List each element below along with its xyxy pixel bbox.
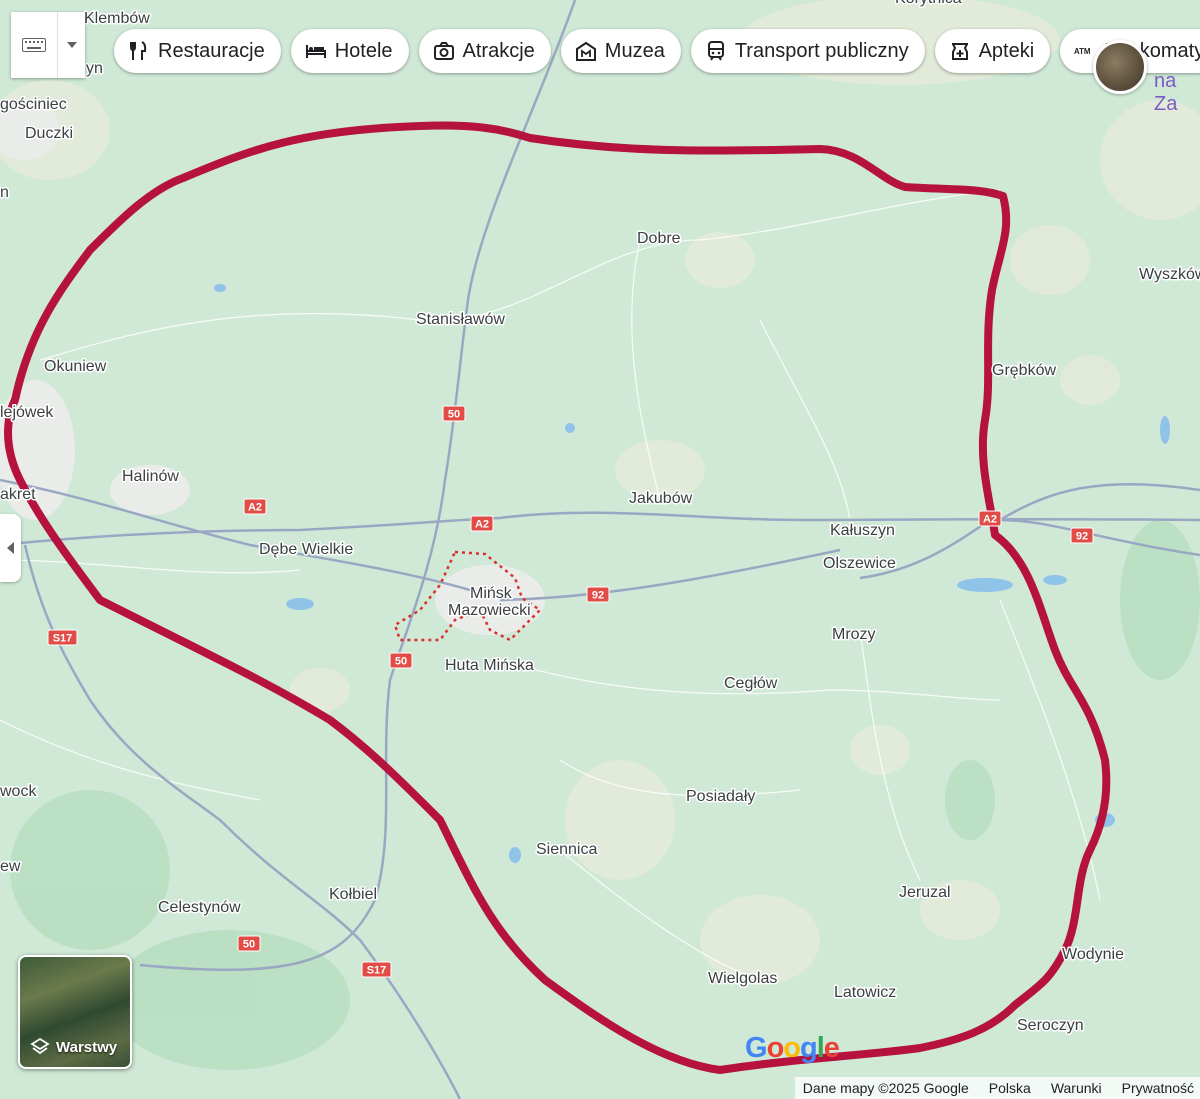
place-label[interactable]: Korytnica xyxy=(894,0,964,9)
chip-label: Atrakcje xyxy=(462,39,535,62)
place-label[interactable]: Jeruzal xyxy=(898,883,953,903)
layers-icon xyxy=(30,1037,50,1055)
place-label[interactable]: gościniec xyxy=(0,95,68,115)
museum-icon xyxy=(575,41,596,61)
chip-label: Restauracje xyxy=(158,39,265,62)
place-label[interactable]: Olszewice xyxy=(822,554,898,574)
place-label[interactable]: Jakubów xyxy=(628,489,695,509)
svg-text:A2: A2 xyxy=(475,519,489,531)
keyboard-icon[interactable] xyxy=(11,12,58,78)
place-label[interactable]: Duczki xyxy=(24,124,75,144)
svg-text:S17: S17 xyxy=(53,633,73,645)
layers-button[interactable]: Warstwy xyxy=(18,955,132,1069)
place-label[interactable]: Celestynów xyxy=(157,898,243,918)
road-shield: S17 xyxy=(47,629,78,646)
layers-label: Warstwy xyxy=(56,1038,118,1056)
svg-text:50: 50 xyxy=(448,409,460,421)
collapse-side-panel-button[interactable] xyxy=(0,514,21,582)
road-shield: 92 xyxy=(1070,527,1094,544)
road-shield: S17 xyxy=(361,961,392,978)
place-label[interactable]: akret xyxy=(0,485,38,505)
place-label[interactable]: Halinów xyxy=(121,467,181,487)
place-label[interactable]: Grębków xyxy=(991,361,1058,381)
road-shield: A2 xyxy=(978,510,1002,527)
chip-atrakcje[interactable]: Atrakcje xyxy=(418,29,551,73)
map-footer: Dane mapy ©2025 Google Polska Warunki Pr… xyxy=(794,1077,1200,1099)
road-shield: 50 xyxy=(237,935,261,952)
country-link[interactable]: Polska xyxy=(989,1080,1031,1096)
place-label[interactable]: Dobre xyxy=(636,229,683,249)
corner-place-link[interactable]: na Za xyxy=(1154,70,1200,116)
layers-label-group: Warstwy xyxy=(30,1037,117,1057)
place-label[interactable]: lejówek xyxy=(0,403,56,423)
place-label[interactable]: Posiadały xyxy=(685,787,757,807)
place-label[interactable]: Wodynie xyxy=(1061,945,1126,965)
place-label[interactable]: Wielgolas xyxy=(707,969,779,989)
chip-muzea[interactable]: Muzea xyxy=(560,29,681,73)
terms-link[interactable]: Warunki xyxy=(1051,1080,1102,1096)
svg-text:50: 50 xyxy=(243,939,255,951)
chip-restauracje[interactable]: Restauracje xyxy=(114,29,281,73)
place-label[interactable]: Cegłów xyxy=(723,674,780,694)
place-label[interactable]: yn xyxy=(85,59,105,79)
road-shield: A2 xyxy=(470,515,494,532)
svg-text:92: 92 xyxy=(592,590,604,602)
chip-label: Apteki xyxy=(978,39,1035,62)
place-label[interactable]: Siennica xyxy=(535,840,599,860)
chip-label: Transport publiczny xyxy=(734,39,909,62)
svg-text:50: 50 xyxy=(395,656,407,668)
train-icon xyxy=(707,41,724,61)
svg-text:ATM: ATM xyxy=(1074,47,1091,56)
place-label[interactable]: Kałuszyn xyxy=(829,521,897,541)
road-shield: 50 xyxy=(389,652,413,669)
place-label[interactable]: Mazowiecki xyxy=(447,601,533,621)
camera-icon xyxy=(433,42,454,60)
bed-icon xyxy=(305,45,326,58)
pharmacy-icon xyxy=(951,43,968,60)
road-shield: A2 xyxy=(243,498,267,515)
place-label[interactable]: Okuniew xyxy=(43,357,109,377)
place-label[interactable]: Latowicz xyxy=(833,983,898,1003)
chevron-left-icon xyxy=(6,542,14,554)
fork-knife-icon xyxy=(130,41,147,60)
chevron-down-icon[interactable] xyxy=(58,12,85,78)
google-logo: Google xyxy=(745,1032,840,1064)
road-shield: 92 xyxy=(586,586,610,603)
category-chips: Restauracje Hotele Atrakcje Muzea Transp… xyxy=(114,29,1200,75)
place-label[interactable]: Mińsk xyxy=(469,584,515,604)
map-data-attribution[interactable]: Dane mapy ©2025 Google xyxy=(803,1080,969,1096)
place-label[interactable]: Seroczyn xyxy=(1016,1016,1086,1036)
place-label[interactable]: ew xyxy=(0,857,22,877)
place-label[interactable]: n xyxy=(0,183,10,203)
svg-text:92: 92 xyxy=(1076,531,1088,543)
chip-hotele[interactable]: Hotele xyxy=(290,29,409,73)
map-canvas[interactable]: Klembów gościniec Duczki Dobre Stanisławów Ok… xyxy=(0,0,1200,1099)
svg-text:S17: S17 xyxy=(367,965,387,977)
place-label[interactable]: Kołbiel xyxy=(328,885,379,905)
place-label[interactable]: Mrozy xyxy=(831,625,878,645)
place-label[interactable]: Huta Mińska xyxy=(444,656,536,676)
place-label[interactable]: wock xyxy=(0,782,39,802)
privacy-link[interactable]: Prywatność xyxy=(1122,1080,1194,1096)
place-label[interactable]: Dębe Wielkie xyxy=(258,540,355,560)
place-label[interactable]: Stanisławów xyxy=(415,310,507,330)
avatar[interactable] xyxy=(1093,40,1147,94)
chip-apteki[interactable]: Apteki xyxy=(934,29,1051,73)
keyboard-toggle[interactable] xyxy=(11,12,85,78)
place-label[interactable]: Klembów xyxy=(83,9,152,29)
chip-transport-publiczny[interactable]: Transport publiczny xyxy=(690,29,925,73)
chip-label: Hotele xyxy=(334,39,393,62)
place-label[interactable]: Wyszków xyxy=(1138,265,1200,285)
road-shield: 50 xyxy=(442,405,466,422)
atm-icon: ATM xyxy=(1074,47,1091,56)
chip-label: Muzea xyxy=(604,39,665,62)
svg-text:A2: A2 xyxy=(248,502,262,514)
svg-text:A2: A2 xyxy=(983,514,997,526)
